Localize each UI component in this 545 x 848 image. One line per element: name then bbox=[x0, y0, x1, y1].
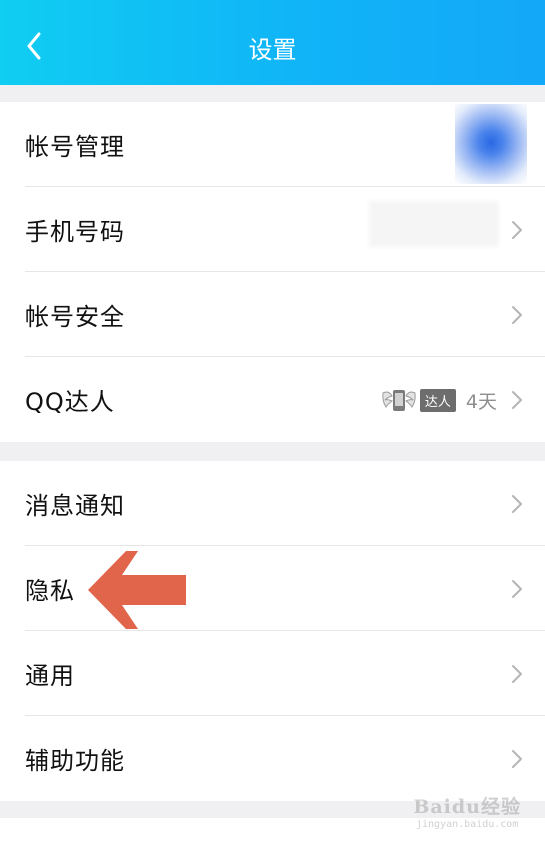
chevron-right-icon bbox=[512, 664, 522, 683]
row-label: 通用 bbox=[25, 662, 75, 690]
row-general[interactable]: 通用 bbox=[0, 631, 545, 716]
chevron-right-icon bbox=[512, 220, 522, 239]
daren-info: 达人 4天 bbox=[380, 386, 497, 414]
row-account-security[interactable]: 帐号安全 bbox=[0, 272, 545, 357]
account-group: 帐号管理 手机号码 帐号安全 QQ达人 达人 4天 bbox=[0, 102, 545, 442]
row-label: 消息通知 bbox=[25, 492, 125, 520]
daren-badge: 达人 bbox=[380, 387, 456, 413]
chevron-right-icon bbox=[512, 749, 522, 768]
row-accessibility[interactable]: 辅助功能 bbox=[0, 716, 545, 801]
row-label: 帐号安全 bbox=[25, 303, 125, 331]
baidu-jingyan-watermark: Baidu经验 jingyan.baidu.com bbox=[413, 792, 521, 830]
chevron-right-icon bbox=[512, 390, 522, 409]
row-label: 手机号码 bbox=[25, 218, 125, 246]
watermark-url: jingyan.baidu.com bbox=[415, 819, 519, 830]
chevron-right-icon bbox=[512, 305, 522, 324]
row-label: 隐私 bbox=[25, 577, 75, 605]
row-notifications[interactable]: 消息通知 bbox=[0, 461, 545, 546]
row-label: 辅助功能 bbox=[25, 747, 125, 775]
chevron-right-icon bbox=[512, 494, 522, 513]
daren-badge-label: 达人 bbox=[419, 388, 456, 412]
avatar bbox=[455, 104, 527, 184]
watermark-brand: Baidu经验 bbox=[413, 796, 521, 818]
red-arrow-annotation-icon bbox=[88, 551, 186, 629]
winged-phone-icon bbox=[382, 390, 416, 411]
row-account-management[interactable]: 帐号管理 bbox=[0, 102, 545, 187]
row-label: 帐号管理 bbox=[25, 133, 125, 161]
row-qq-daren[interactable]: QQ达人 达人 4天 bbox=[0, 357, 545, 442]
phone-number-redacted bbox=[369, 201, 499, 247]
row-phone-number[interactable]: 手机号码 bbox=[0, 187, 545, 272]
row-label: QQ达人 bbox=[25, 388, 115, 416]
page-title: 设置 bbox=[248, 36, 297, 64]
row-privacy[interactable]: 隐私 bbox=[0, 546, 545, 631]
header-bar: 设置 bbox=[0, 0, 545, 85]
settings-group: 消息通知 隐私 通用 辅助功能 bbox=[0, 461, 545, 801]
chevron-right-icon bbox=[512, 579, 522, 598]
daren-days: 4天 bbox=[465, 390, 497, 413]
